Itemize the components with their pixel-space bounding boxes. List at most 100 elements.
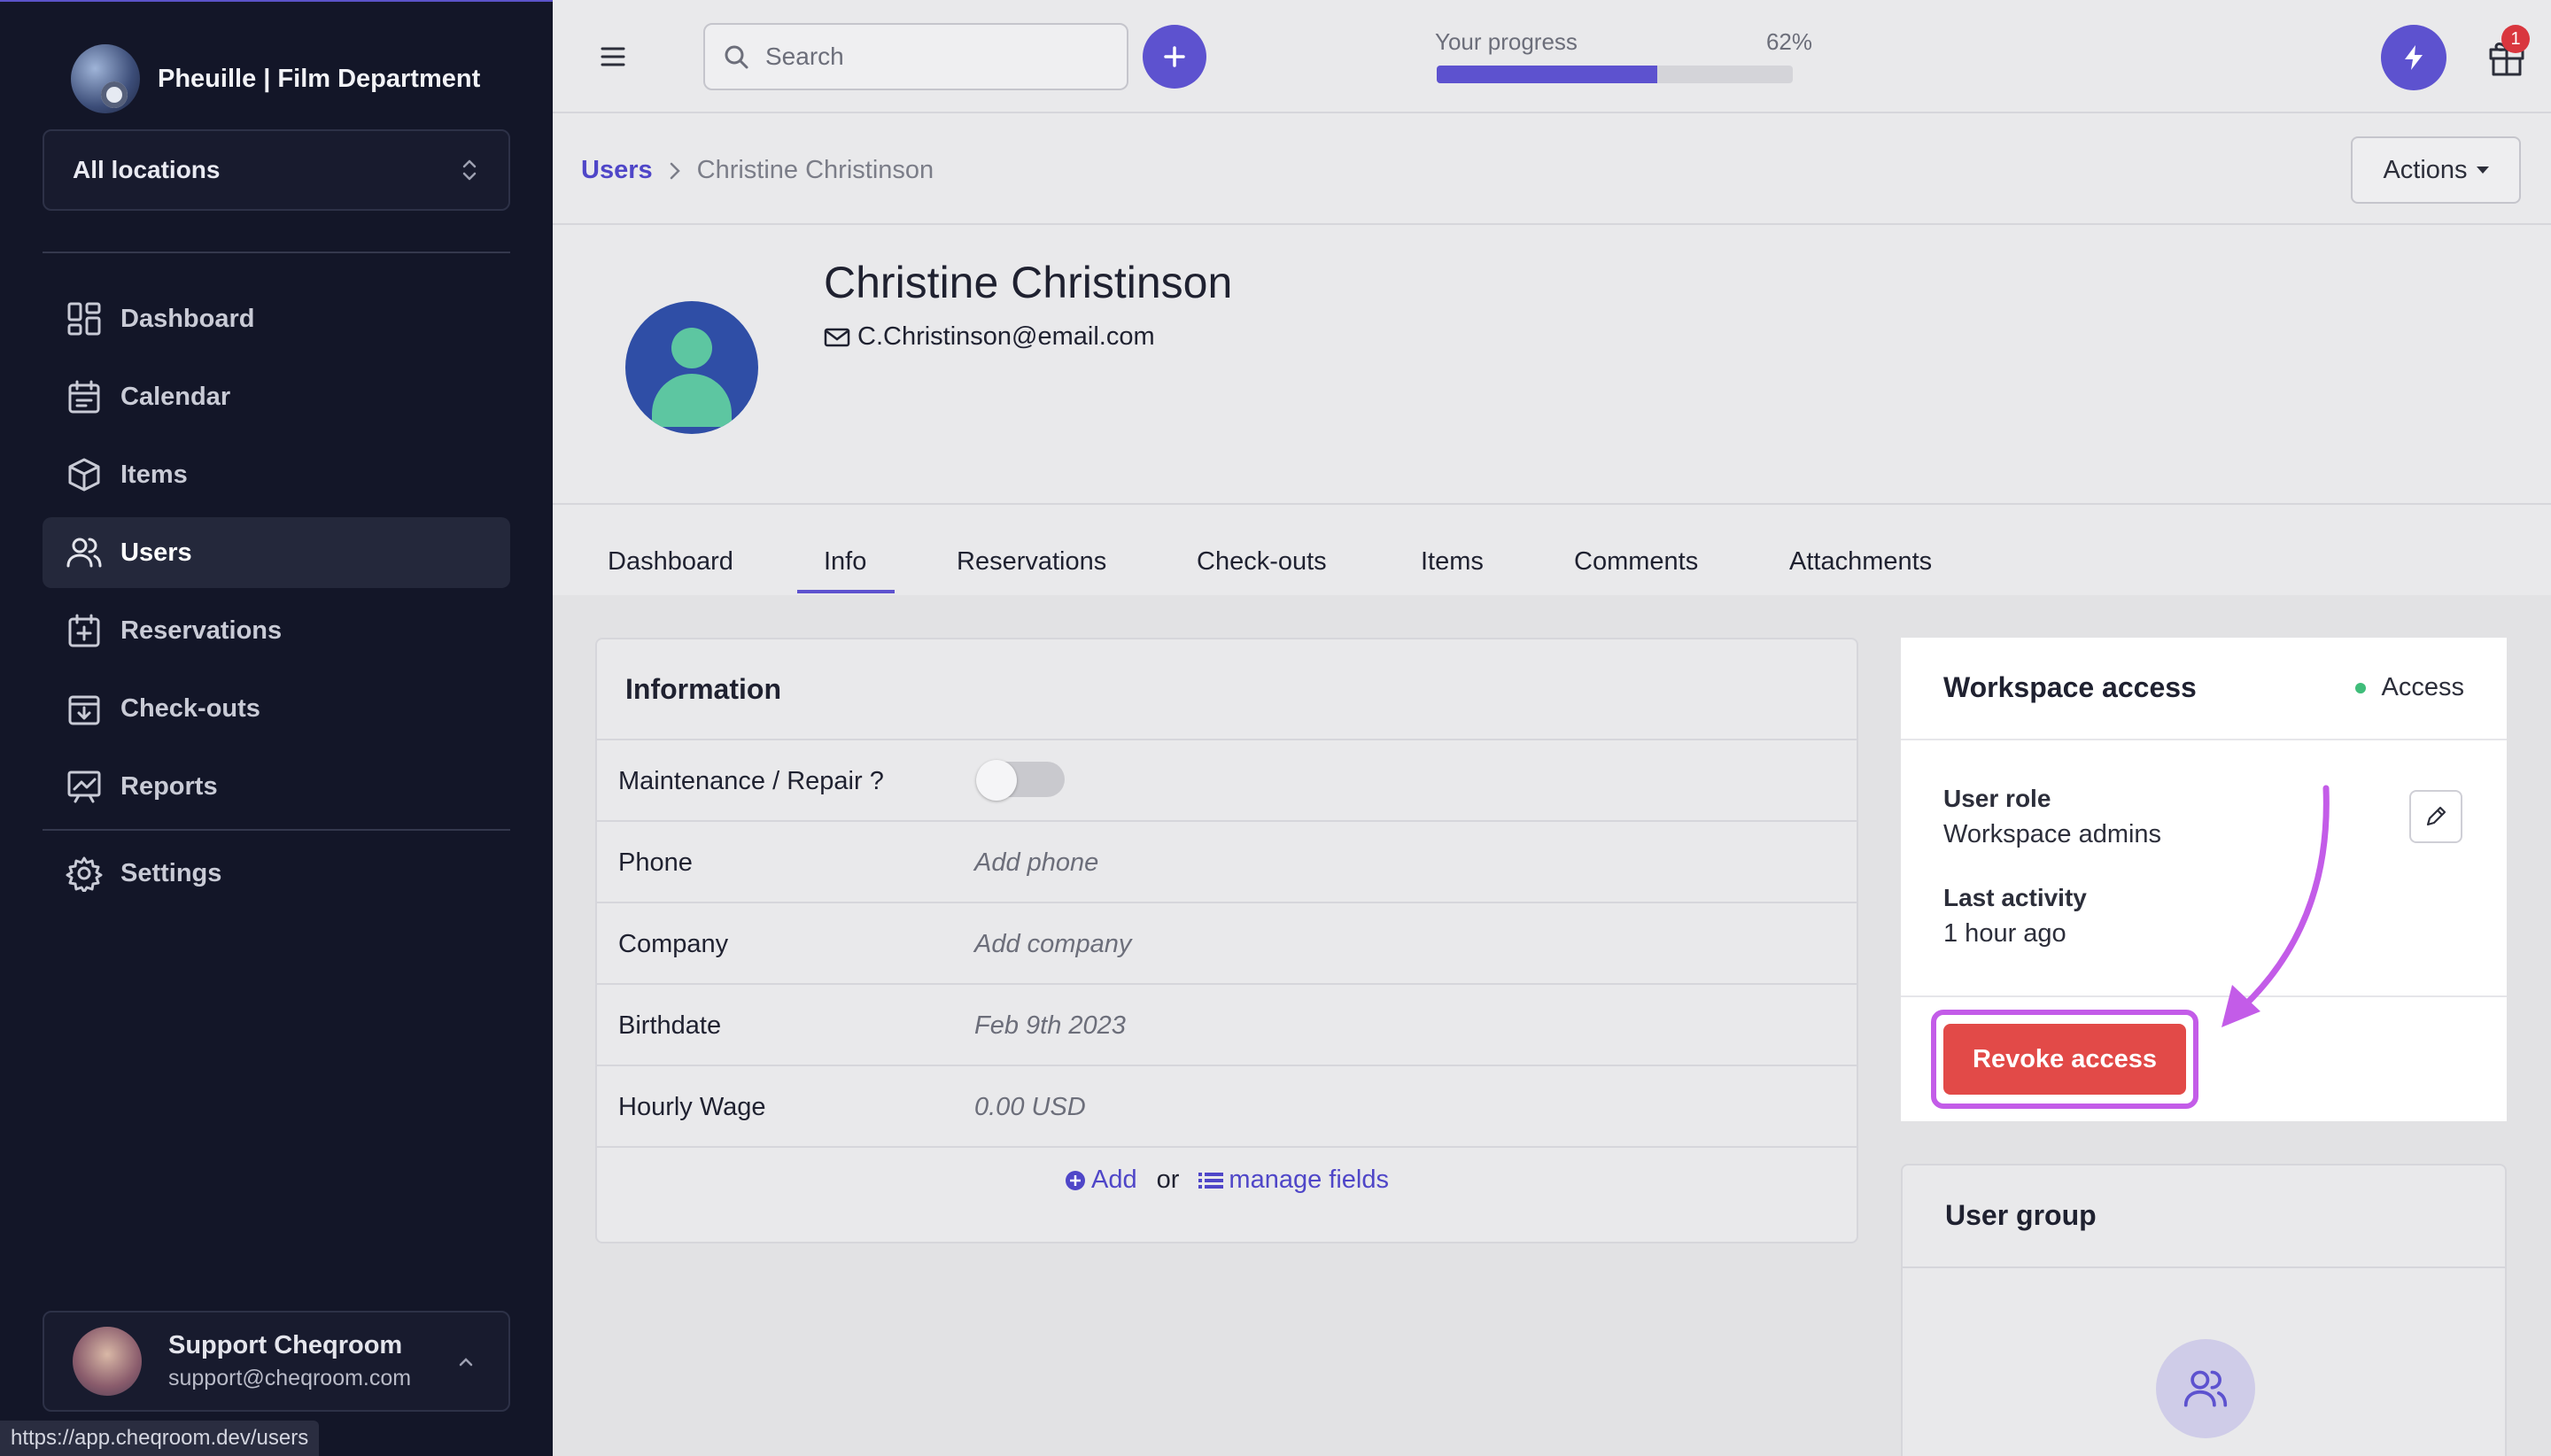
users-icon [2156,1339,2255,1438]
phone-value[interactable]: Add phone [974,848,1098,878]
sidebar-item-settings[interactable]: Settings [43,838,510,909]
mail-icon [824,328,850,346]
calendar-icon [68,380,100,414]
profile-email-text: C.Christinson@email.com [857,322,1155,351]
add-field-label: Add [1091,1166,1137,1194]
tab-comments[interactable]: Comments [1574,547,1698,577]
or-label: or [1156,1166,1180,1194]
quick-actions-button[interactable] [2381,25,2446,90]
tab-items[interactable]: Items [1421,547,1484,577]
plus-icon [1164,46,1185,67]
add-field-row: Add or manage fields [597,1166,1857,1195]
birthdate-value[interactable]: Feb 9th 2023 [974,1011,1126,1041]
active-tab-indicator [797,590,895,593]
sidebar-item-label: Check-outs [120,693,260,723]
sidebar-item-dashboard[interactable]: Dashboard [43,283,510,354]
org-name: Pheuille | Film Department [158,64,481,93]
box-icon [68,458,100,492]
user-role-label: User role [1943,785,2051,812]
information-title: Information [625,673,781,705]
tab-reservations[interactable]: Reservations [957,547,1106,577]
calendar-plus-icon [68,614,100,647]
plus-circle-icon [1066,1170,1086,1190]
top-bar: Your progress 62% 1 [553,0,2551,113]
avatar [73,1327,142,1396]
progress-bar [1437,66,1793,83]
tab-attachments[interactable]: Attachments [1789,547,1932,577]
tab-check-outs[interactable]: Check-outs [1197,547,1327,577]
dashboard-icon [67,302,101,336]
users-icon [66,538,102,568]
annotation-arrow [2221,785,2330,1027]
sidebar-item-reports[interactable]: Reports [43,751,510,822]
sidebar-item-reservations[interactable]: Reservations [43,595,510,666]
tab-info[interactable]: Info [824,547,866,577]
profile-header: Christine Christinson C.Christinson@emai… [553,227,2551,505]
sidebar-item-label: Reservations [120,616,283,645]
menu-icon[interactable] [597,41,629,73]
org-switcher[interactable]: Pheuille | Film Department [71,44,480,113]
profile-email[interactable]: C.Christinson@email.com [824,322,1155,352]
account-name: Support Cheqroom [168,1331,403,1359]
search-box[interactable] [703,23,1128,90]
breadcrumb-bar: Users Christine Christinson Actions [553,115,2551,225]
chevron-up-icon [459,1358,473,1367]
breadcrumb-users-link[interactable]: Users [581,156,653,185]
info-row-divider [597,1146,1857,1148]
notification-badge: 1 [2501,25,2530,53]
search-icon [725,45,748,69]
info-row-maintenance: Maintenance / Repair ? [597,739,1857,820]
add-field-link[interactable]: Add [1065,1166,1137,1195]
user-role-value: Workspace admins [1943,820,2162,848]
calendar-download-icon [68,695,100,725]
manage-fields-label: manage fields [1229,1166,1389,1194]
sidebar-item-label: Dashboard [120,304,255,333]
progress-label: Your progress [1435,28,1578,55]
sidebar-item-check-outs[interactable]: Check-outs [43,673,510,744]
user-avatar [625,301,758,434]
sidebar-item-calendar[interactable]: Calendar [43,361,510,432]
search-input[interactable] [765,43,1102,71]
information-card: Information Maintenance / Repair ? Phone… [595,638,1858,1243]
info-row-birthdate: Birthdate Feb 9th 2023 [597,983,1857,1065]
edit-role-button[interactable] [2409,790,2462,843]
chevron-up-down-icon [462,159,477,181]
user-group-title: User group [1945,1199,2097,1231]
status-badge: Access [2355,673,2464,702]
manage-fields-link[interactable]: manage fields [1198,1166,1389,1195]
account-email: support@cheqroom.com [168,1366,412,1390]
sidebar-divider [43,829,510,831]
sidebar-divider [43,252,510,253]
revoke-access-button[interactable]: Revoke access [1943,1024,2186,1095]
info-row-company: Company Add company [597,902,1857,983]
list-icon [1198,1172,1224,1189]
field-label: Phone [618,848,693,877]
last-activity-label: Last activity [1943,884,2087,911]
location-select[interactable]: All locations [43,129,510,211]
field-label: Maintenance / Repair ? [618,767,884,795]
sidebar-item-users[interactable]: Users [43,517,510,588]
account-menu[interactable]: Support Cheqroom support@cheqroom.com [43,1311,510,1412]
actions-button[interactable]: Actions [2351,136,2521,204]
user-group-card: User group [1901,1164,2507,1456]
last-activity-value: 1 hour ago [1943,919,2066,948]
pencil-icon [2426,806,2446,826]
sidebar-item-label: Users [120,538,192,567]
org-logo [71,44,140,113]
card-divider [1901,995,2507,997]
page-title: Christine Christinson [824,258,1233,307]
field-label: Company [618,930,729,958]
card-divider [1901,739,2507,740]
workspace-access-title: Workspace access [1943,671,2197,703]
sidebar-item-items[interactable]: Items [43,439,510,510]
hourly-wage-value[interactable]: 0.00 USD [974,1093,1086,1122]
add-button[interactable] [1143,25,1206,89]
bolt-icon [2405,45,2423,70]
maintenance-toggle[interactable] [976,760,1065,801]
tab-dashboard[interactable]: Dashboard [608,547,733,577]
card-divider [1903,1266,2505,1268]
chevron-right-icon [670,162,680,179]
tab-bar: Dashboard Info Reservations Check-outs I… [553,507,2551,595]
company-value[interactable]: Add company [974,930,1131,959]
field-label: Hourly Wage [618,1093,766,1121]
